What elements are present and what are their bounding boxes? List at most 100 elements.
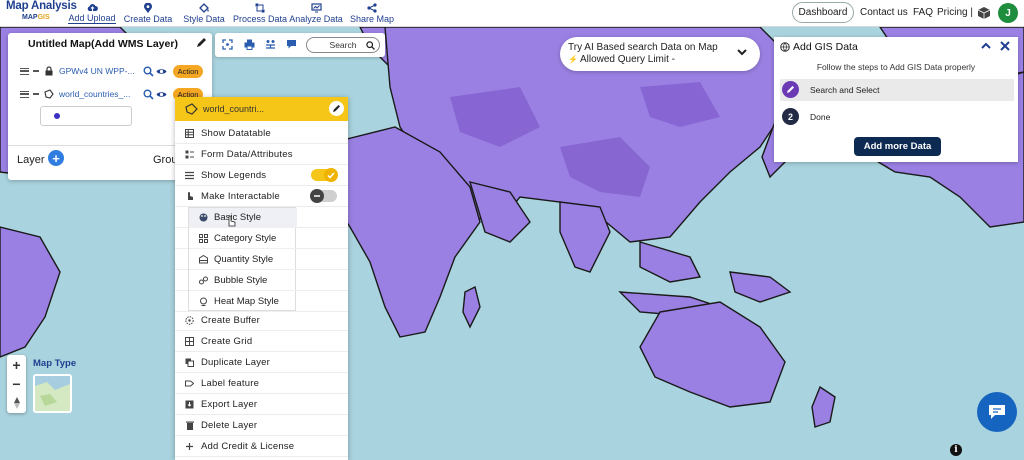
comment-icon[interactable] xyxy=(286,39,297,50)
style-submenu: Basic Style Category Style Quantity Styl… xyxy=(188,207,297,312)
show-legends-toggle[interactable] xyxy=(311,168,338,182)
nav-style-data[interactable]: Style Data xyxy=(176,0,232,26)
process-icon xyxy=(255,3,266,13)
zoom-to-layer-icon[interactable] xyxy=(143,89,154,100)
collapse-icon[interactable] xyxy=(33,70,39,72)
nav-process-data[interactable]: Process Data xyxy=(232,0,288,26)
table-icon xyxy=(185,128,194,138)
chevron-up-icon[interactable] xyxy=(980,40,992,52)
submenu-category-style[interactable]: Category Style xyxy=(189,229,297,249)
layer-name[interactable]: GPWv4 UN WPP-... xyxy=(59,66,141,76)
chevron-down-icon[interactable] xyxy=(736,46,748,58)
nav-share-map[interactable]: Share Map xyxy=(344,0,400,26)
edit-layer-button[interactable] xyxy=(329,101,344,116)
chat-button[interactable] xyxy=(977,392,1017,432)
layer-row[interactable]: GPWv4 UN WPP-... Action xyxy=(20,63,212,79)
info-icon[interactable]: i xyxy=(950,444,962,456)
ai-search-box[interactable]: Try AI Based search Data on Map ⚡ Allowed… xyxy=(560,37,760,71)
menu-create-grid[interactable]: Create Grid xyxy=(175,331,348,352)
menu-delete-layer[interactable]: Delete Layer xyxy=(175,415,348,436)
add-gis-data-panel: Add GIS Data Follow the steps to Add GIS… xyxy=(774,37,1018,162)
nav-add-upload[interactable]: Add Upload xyxy=(64,0,120,26)
visibility-eye-icon[interactable] xyxy=(156,89,167,100)
nav-label: Analyze Data xyxy=(289,14,343,24)
menu-form-data[interactable]: Form Data/Attributes xyxy=(175,144,348,165)
share-icon xyxy=(367,3,378,13)
quantity-icon xyxy=(199,255,208,264)
nav-label: Share Map xyxy=(349,14,395,24)
cube-icon[interactable] xyxy=(977,6,991,20)
step-number: 2 xyxy=(782,108,799,125)
measure-icon[interactable] xyxy=(265,39,276,50)
collapse-icon[interactable] xyxy=(33,93,39,95)
brand-sub-left: MAP xyxy=(22,14,38,21)
layer-label: Layer xyxy=(17,154,45,166)
action-button[interactable]: Action xyxy=(173,64,203,78)
menu-make-interactable[interactable]: Make Interactable xyxy=(175,186,348,207)
add-layer-button[interactable]: + xyxy=(48,150,64,166)
polygon-icon xyxy=(44,89,54,99)
compass-icon xyxy=(13,396,20,409)
make-interactable-toggle[interactable] xyxy=(310,189,337,203)
duplicate-icon xyxy=(185,358,194,367)
chat-bubble-icon xyxy=(989,405,1005,419)
map-search-input[interactable]: Search xyxy=(306,37,380,53)
submenu-quantity-style[interactable]: Quantity Style xyxy=(189,250,297,270)
submenu-basic-style[interactable]: Basic Style xyxy=(189,208,297,228)
map-title: Untitled Map(Add WMS Layer) xyxy=(28,38,178,50)
trash-icon xyxy=(185,421,194,430)
nav-label: Process Data xyxy=(232,14,288,24)
plus-icon xyxy=(185,442,194,451)
contact-link[interactable]: Contact us xyxy=(860,7,908,18)
menu-item-label: Create Buffer xyxy=(201,314,260,326)
fullscreen-icon[interactable] xyxy=(222,39,233,50)
analyze-icon xyxy=(310,3,322,13)
menu-duplicate-layer[interactable]: Duplicate Layer xyxy=(175,352,348,373)
form-icon xyxy=(185,150,194,159)
zoom-in-button[interactable]: + xyxy=(7,355,26,374)
pricing-link[interactable]: Pricing | xyxy=(937,7,973,18)
ai-search-title: Try AI Based search Data on Map xyxy=(568,42,718,53)
edit-title-icon[interactable] xyxy=(196,37,207,48)
legend-swatch xyxy=(54,113,60,119)
nav-label: Create Data xyxy=(123,14,173,24)
menu-item-label: Label feature xyxy=(201,377,260,389)
menu-show-datatable[interactable]: Show Datatable xyxy=(175,123,348,144)
submenu-bubble-style[interactable]: Bubble Style xyxy=(189,271,297,291)
nav-create-data[interactable]: Create Data xyxy=(120,0,176,26)
paint-bucket-icon xyxy=(198,3,210,13)
add-more-data-button[interactable]: Add more Data xyxy=(854,137,941,156)
step-done[interactable]: 2 Done xyxy=(780,106,1014,128)
faq-link[interactable]: FAQ xyxy=(913,7,933,18)
map-type-thumbnail[interactable] xyxy=(33,374,72,413)
reset-north-button[interactable] xyxy=(7,393,26,412)
step-search-select[interactable]: Search and Select xyxy=(780,79,1014,101)
drag-handle-icon[interactable] xyxy=(20,67,29,75)
menu-show-legends[interactable]: Show Legends xyxy=(175,165,348,186)
drag-handle-icon[interactable] xyxy=(20,90,29,98)
category-icon xyxy=(199,234,208,243)
bolt-icon: ⚡ xyxy=(568,55,578,64)
user-avatar[interactable]: J xyxy=(998,3,1018,23)
context-menu-header: world_countri... xyxy=(175,97,348,121)
zoom-to-layer-icon[interactable] xyxy=(143,66,154,77)
menu-label-feature[interactable]: Label feature xyxy=(175,373,348,394)
nav-label: Style Data xyxy=(183,14,225,24)
dashboard-button[interactable]: Dashboard xyxy=(792,2,854,23)
layer-name[interactable]: world_countries_... xyxy=(59,89,141,99)
menu-add-credit-license[interactable]: Add Credit & License xyxy=(175,436,348,457)
menu-create-buffer[interactable]: Create Buffer xyxy=(175,310,348,331)
query-limit-text: Allowed Query Limit - xyxy=(579,54,675,65)
visibility-eye-icon[interactable] xyxy=(156,66,167,77)
print-icon[interactable] xyxy=(244,39,255,50)
submenu-item-label: Basic Style xyxy=(214,212,261,223)
nav-analyze-data[interactable]: Analyze Data xyxy=(288,0,344,26)
close-icon[interactable] xyxy=(999,40,1011,52)
zoom-out-button[interactable]: − xyxy=(7,374,26,393)
menu-export-layer[interactable]: Export Layer xyxy=(175,394,348,415)
pencil-icon xyxy=(333,105,340,112)
hand-pointer-icon xyxy=(185,192,194,201)
menu-item-label: Delete Layer xyxy=(201,419,258,431)
submenu-heatmap-style[interactable]: Heat Map Style xyxy=(189,292,297,312)
context-layer-name: world_countri... xyxy=(203,104,265,114)
